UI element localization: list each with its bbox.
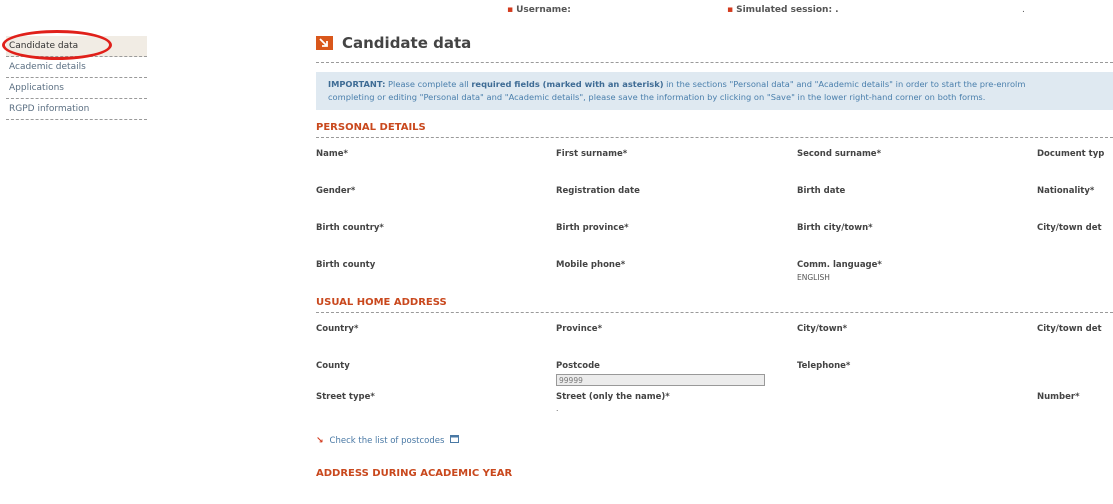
second-surname-field: Second surname* — [797, 149, 882, 159]
form-row: County Postcode 99999 Telephone* — [316, 350, 1113, 387]
city-town-details-field: City/town det — [1037, 223, 1102, 233]
page-title: Candidate data — [316, 31, 1113, 55]
external-window-icon — [450, 435, 460, 446]
postcodes-link-text[interactable]: Check the list of postcodes — [330, 436, 445, 446]
street-name-field: Street (only the name)* . — [556, 392, 670, 413]
form-row: Birth county Mobile phone* Comm. languag… — [316, 249, 1113, 295]
arrow-square-icon — [316, 36, 333, 50]
form-row: Name* First surname* Second surname* Doc… — [316, 138, 1113, 175]
street-name-label: Street (only the name)* — [556, 392, 670, 402]
telephone-field: Telephone* — [797, 361, 851, 371]
form-row: Country* Province* City/town* City/town … — [316, 313, 1113, 350]
postcode-label: Postcode — [556, 361, 600, 371]
personal-details-title: PERSONAL DETAILS — [316, 122, 1113, 138]
postcode-input[interactable]: 99999 — [556, 374, 765, 386]
form-row: Birth country* Birth province* Birth cit… — [316, 212, 1113, 249]
main-content: Candidate data IMPORTANT: Please complet… — [316, 30, 1113, 483]
important-notice: IMPORTANT: Please complete all required … — [316, 72, 1113, 110]
username-label: ▪ Username: — [507, 5, 571, 15]
country-field: Country* — [316, 324, 359, 334]
street-type-field: Street type* — [316, 392, 375, 402]
sidebar-item-rgpd-information[interactable]: RGPD information — [6, 99, 147, 120]
session-bar: ▪ Username: ▪ Simulated session: . . — [0, 0, 1113, 20]
document-type-field: Document typ — [1037, 149, 1105, 159]
title-divider — [316, 62, 1113, 63]
form-row: Gender* Registration date Birth date Nat… — [316, 175, 1113, 212]
province-field: Province* — [556, 324, 603, 334]
first-surname-field: First surname* — [556, 149, 628, 159]
address-during-academic-year-title: ADDRESS DURING ACADEMIC YEAR — [316, 468, 513, 479]
sidebar-item-applications[interactable]: Applications — [6, 78, 147, 99]
registration-date-field: Registration date — [556, 186, 640, 196]
city-town-field: City/town* — [797, 324, 848, 334]
comm-language-field: Comm. language* ENGLISH — [797, 260, 882, 282]
birth-country-field: Birth country* — [316, 223, 384, 233]
session-dot: . — [1022, 5, 1025, 15]
page-title-text: Candidate data — [342, 34, 472, 52]
birth-city-field: Birth city/town* — [797, 223, 873, 233]
number-field: Number* — [1037, 392, 1080, 402]
city-town-details-field: City/town det — [1037, 324, 1102, 334]
nationality-field: Nationality* — [1037, 186, 1095, 196]
gender-field: Gender* — [316, 186, 356, 196]
name-field: Name* — [316, 149, 348, 159]
street-name-value: . — [556, 404, 559, 413]
postcodes-link[interactable]: ↘ Check the list of postcodes — [316, 435, 1113, 446]
usual-home-address-title: USUAL HOME ADDRESS — [316, 297, 1113, 313]
comm-language-value: ENGLISH — [797, 273, 830, 282]
county-field: County — [316, 361, 350, 371]
simulated-session-label: ▪ Simulated session: . — [727, 5, 839, 15]
sidebar-item-academic-details[interactable]: Academic details — [6, 57, 147, 78]
birth-county-field: Birth county — [316, 260, 376, 270]
birth-date-field: Birth date — [797, 186, 846, 196]
mobile-phone-field: Mobile phone* — [556, 260, 626, 270]
comm-language-label: Comm. language* — [797, 260, 882, 270]
highlight-annotation-circle — [2, 30, 112, 60]
form-row: Street type* Street (only the name)* . N… — [316, 387, 1113, 425]
arrow-icon: ↘ — [316, 435, 324, 446]
birth-province-field: Birth province* — [556, 223, 629, 233]
